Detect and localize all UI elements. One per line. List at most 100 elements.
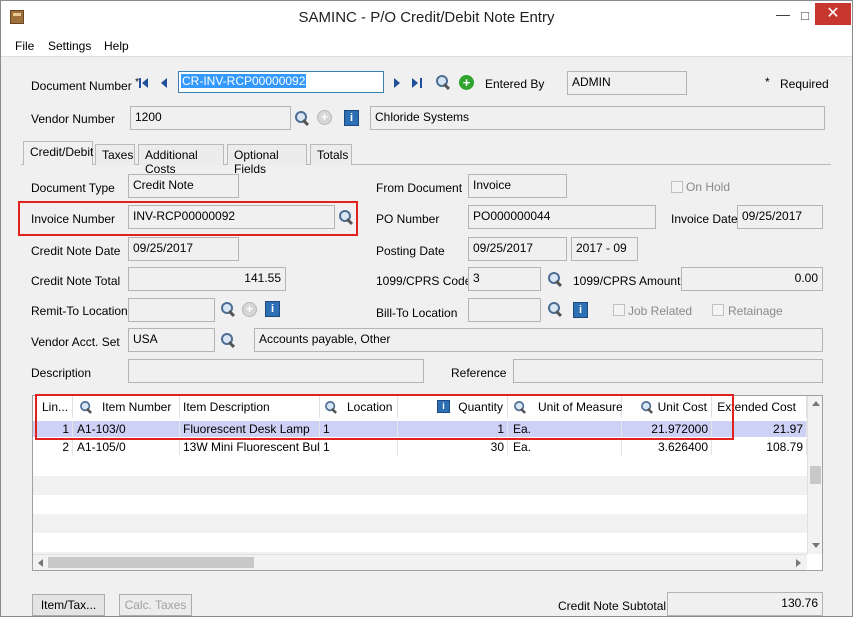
app-window: SAMINC - P/O Credit/Debit Note Entry — □… — [0, 0, 853, 617]
retainage-label: Retainage — [728, 304, 783, 318]
first-record-icon[interactable] — [142, 78, 148, 88]
scroll-left-icon[interactable] — [38, 559, 43, 567]
vendor-number-field[interactable]: 1200 — [130, 106, 291, 130]
cell-uom: Ea. — [508, 439, 622, 455]
document-finder-icon[interactable] — [435, 74, 451, 90]
tab-credit-debit[interactable]: Credit/Debit — [23, 141, 93, 165]
bill-to-info-icon[interactable]: i — [573, 302, 588, 318]
close-button[interactable]: ✕ — [815, 3, 851, 25]
vendor-new-icon: + — [317, 110, 332, 125]
cell-item-description: 13W Mini Fluorescent Bulb — [180, 439, 320, 455]
cell-quantity: 30 — [398, 439, 508, 455]
grid-vertical-scrollbar[interactable] — [807, 396, 822, 554]
vertical-scroll-thumb[interactable] — [810, 466, 821, 484]
remit-to-field[interactable] — [128, 298, 215, 322]
on-hold-label: On Hold — [686, 180, 731, 194]
po-number-label: PO Number — [376, 212, 440, 226]
reference-label: Reference — [451, 366, 507, 380]
minimize-button[interactable]: — — [769, 5, 797, 27]
empty-row — [33, 476, 807, 495]
menu-help[interactable]: Help — [104, 39, 129, 53]
cprs-code-field[interactable]: 3 — [468, 267, 541, 291]
vendor-number-label: Vendor Number — [31, 112, 116, 126]
remit-to-new-icon: + — [242, 302, 257, 317]
document-number-input[interactable]: CR-INV-RCP00000092 — [178, 71, 384, 93]
invoice-date-label: Invoice Date — [671, 212, 738, 226]
cell-unit-cost: 3.626400 — [622, 439, 712, 455]
tab-additional-costs[interactable]: Additional Costs — [138, 144, 224, 176]
posting-date-label: Posting Date — [376, 244, 445, 258]
cell-line: 2 — [33, 439, 73, 455]
calc-taxes-button[interactable]: Calc. Taxes — [119, 594, 192, 616]
vendor-name-field: Chloride Systems — [370, 106, 825, 130]
grid-row-highlight — [35, 394, 734, 440]
scroll-up-icon[interactable] — [812, 401, 820, 406]
subtotal-label: Credit Note Subtotal — [558, 599, 667, 613]
horizontal-scroll-thumb[interactable] — [48, 557, 254, 568]
cprs-code-finder-icon[interactable] — [547, 271, 563, 287]
vendor-acct-set-finder-icon[interactable] — [220, 332, 236, 348]
entered-by-field: ADMIN — [567, 71, 687, 95]
previous-record-icon[interactable] — [161, 78, 167, 88]
entered-by-label: Entered By — [485, 77, 545, 91]
retainage-checkbox[interactable] — [712, 304, 724, 316]
document-number-label: Document Number * — [31, 77, 139, 93]
subtotal-field: 130.76 — [667, 592, 823, 616]
next-record-icon[interactable] — [394, 78, 400, 88]
cprs-code-label: 1099/CPRS Code — [376, 274, 472, 288]
menu-bar: File Settings Help — [1, 35, 852, 57]
item-tax-button[interactable]: Item/Tax... — [32, 594, 105, 616]
cell-location: 1 — [320, 439, 398, 455]
required-star: * — [765, 75, 770, 89]
last-record-bar — [420, 78, 422, 88]
scroll-right-icon[interactable] — [796, 559, 801, 567]
tab-taxes[interactable]: Taxes — [95, 144, 135, 165]
bill-to-finder-icon[interactable] — [547, 301, 563, 317]
credit-note-date-field[interactable]: 09/25/2017 — [128, 237, 239, 261]
cell-item-number: A1-105/0 — [73, 439, 180, 455]
remit-to-finder-icon[interactable] — [220, 301, 236, 317]
cell-extended-cost: 108.79 — [712, 439, 807, 455]
invoice-finder-icon[interactable] — [338, 209, 354, 225]
empty-row — [33, 514, 807, 533]
on-hold-checkbox[interactable] — [671, 181, 683, 193]
scroll-down-icon[interactable] — [812, 543, 820, 548]
vendor-finder-icon[interactable] — [294, 110, 310, 126]
fiscal-period-field: 2017 - 09 — [571, 237, 638, 261]
vendor-acct-set-field[interactable]: USA — [128, 328, 215, 352]
new-document-icon[interactable]: + — [459, 75, 474, 90]
maximize-button[interactable]: □ — [797, 5, 813, 27]
tab-optional-fields[interactable]: Optional Fields — [227, 144, 307, 176]
last-record-icon[interactable] — [412, 78, 418, 88]
cprs-amount-field: 0.00 — [681, 267, 823, 291]
from-document-field: Invoice — [468, 174, 567, 198]
tab-totals[interactable]: Totals — [310, 144, 352, 165]
title-bar: SAMINC - P/O Credit/Debit Note Entry — □… — [1, 1, 852, 35]
job-related-label: Job Related — [628, 304, 693, 318]
credit-note-total-field: 141.55 — [128, 267, 286, 291]
menu-file[interactable]: File — [15, 39, 34, 53]
required-label: Required — [780, 77, 829, 91]
description-field[interactable] — [128, 359, 424, 383]
posting-date-field[interactable]: 09/25/2017 — [468, 237, 567, 261]
invoice-number-field[interactable]: INV-RCP00000092 — [128, 205, 335, 229]
grid-horizontal-scrollbar[interactable] — [33, 554, 807, 570]
job-related-checkbox[interactable] — [613, 304, 625, 316]
invoice-number-label: Invoice Number — [31, 212, 116, 226]
vendor-info-icon[interactable]: i — [344, 110, 359, 126]
remit-to-label: Remit-To Location — [31, 304, 128, 318]
table-row[interactable]: 2 A1-105/0 13W Mini Fluorescent Bulb 1 3… — [33, 439, 807, 455]
from-document-label: From Document — [376, 181, 463, 195]
invoice-date-field: 09/25/2017 — [737, 205, 823, 229]
po-number-field: PO000000044 — [468, 205, 656, 229]
bill-to-label: Bill-To Location — [376, 306, 458, 320]
credit-note-date-label: Credit Note Date — [31, 244, 121, 258]
reference-field[interactable] — [513, 359, 823, 383]
document-type-label: Document Type — [31, 181, 115, 195]
menu-settings[interactable]: Settings — [48, 39, 91, 53]
cprs-amount-label: 1099/CPRS Amount — [573, 274, 681, 288]
description-label: Description — [31, 366, 92, 380]
remit-to-info-icon[interactable]: i — [265, 301, 280, 317]
bill-to-field[interactable] — [468, 298, 541, 322]
document-type-field: Credit Note — [128, 174, 239, 198]
